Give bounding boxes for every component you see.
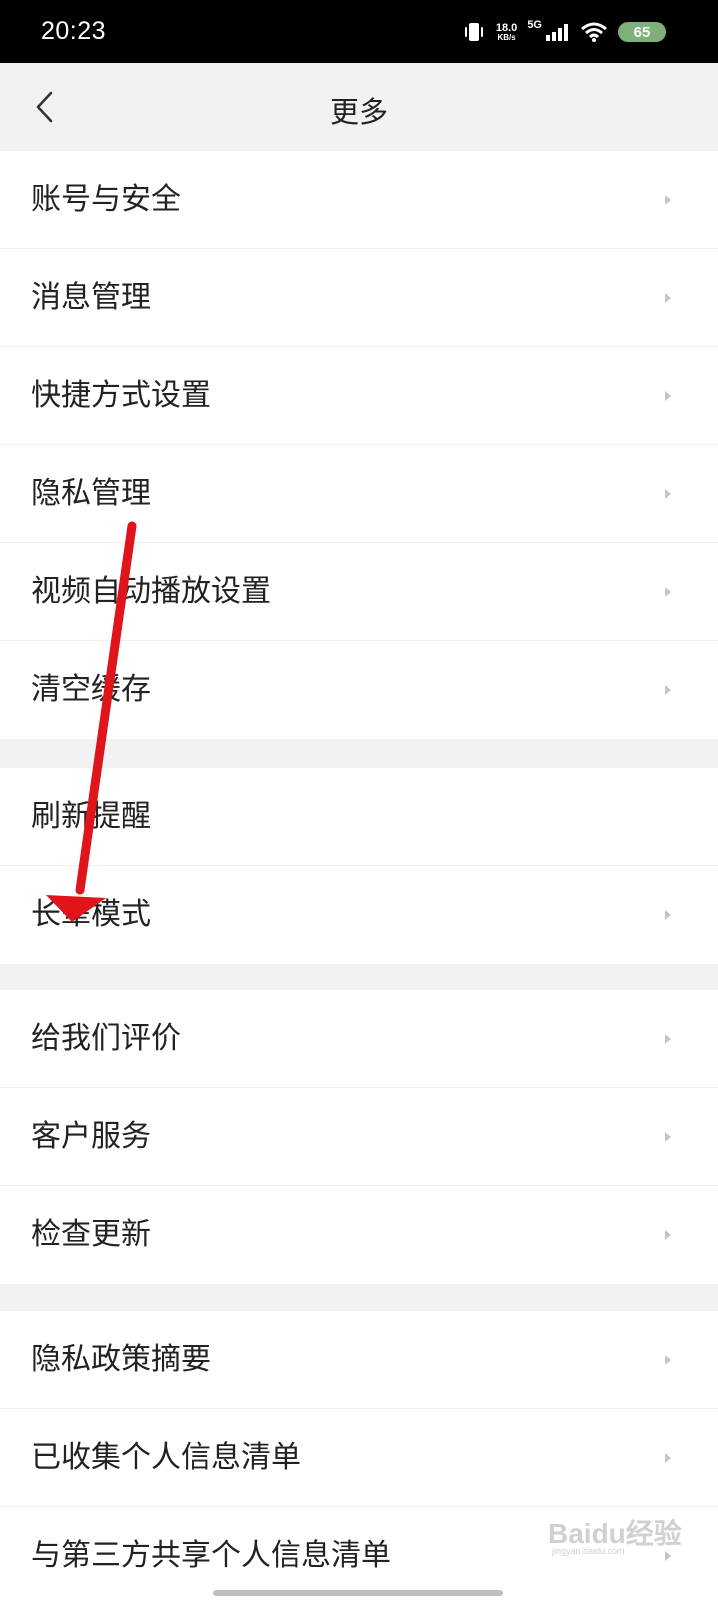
menu-item-label: 快捷方式设置 <box>31 378 211 413</box>
menu-item-label: 账号与安全 <box>31 182 181 217</box>
menu-item-elder-mode[interactable]: 长辈模式 <box>0 866 718 964</box>
chevron-right-icon <box>665 1034 671 1044</box>
chevron-right-icon <box>665 391 671 401</box>
network-speed: 18.0 KB/s <box>495 21 518 42</box>
menu-item-check-update[interactable]: 检查更新 <box>0 1186 718 1284</box>
menu-item-clear-cache[interactable]: 清空缓存 <box>0 641 718 739</box>
menu-item-label: 隐私政策摘要 <box>31 1342 211 1377</box>
header-bar: 更多 <box>0 63 718 151</box>
vibrate-icon <box>462 20 486 44</box>
network-speed-value: 18.0 <box>495 21 518 34</box>
chevron-right-icon <box>665 293 671 303</box>
menu-item-collected-info-list[interactable]: 已收集个人信息清单 <box>0 1409 718 1507</box>
network-type: 5G <box>527 19 542 31</box>
menu-item-label: 客户服务 <box>31 1119 151 1154</box>
menu-item-label: 视频自动播放设置 <box>31 574 271 609</box>
menu-item-label: 已收集个人信息清单 <box>31 1440 301 1475</box>
menu-item-label: 清空缓存 <box>31 672 151 707</box>
settings-group-3: 给我们评价 客户服务 检查更新 <box>0 990 718 1284</box>
chevron-right-icon <box>665 489 671 499</box>
signal-icon <box>544 21 570 43</box>
menu-item-label: 长辈模式 <box>31 897 151 932</box>
status-bar: 20:23 18.0 KB/s 5G 65 <box>0 0 718 63</box>
menu-item-privacy-management[interactable]: 隐私管理 <box>0 445 718 543</box>
chevron-right-icon <box>665 1132 671 1142</box>
baidu-watermark: Baidu经验 jingyan.baidu.com <box>548 1512 682 1556</box>
battery-icon: 65 <box>618 22 666 42</box>
watermark-sub: jingyan.baidu.com <box>552 1546 625 1556</box>
menu-item-label: 给我们评价 <box>31 1021 181 1056</box>
menu-item-account-security[interactable]: 账号与安全 <box>0 151 718 249</box>
chevron-right-icon <box>665 910 671 920</box>
chevron-right-icon <box>665 195 671 205</box>
status-time: 20:23 <box>41 17 107 45</box>
menu-item-video-autoplay[interactable]: 视频自动播放设置 <box>0 543 718 641</box>
menu-item-refresh-reminder[interactable]: 刷新提醒 <box>0 768 718 866</box>
chevron-right-icon <box>665 1230 671 1240</box>
settings-group-1: 账号与安全 消息管理 快捷方式设置 隐私管理 视频自动播放设置 清空缓存 <box>0 151 718 739</box>
chevron-right-icon <box>665 685 671 695</box>
home-indicator[interactable] <box>213 1590 503 1596</box>
network-speed-unit: KB/s <box>497 32 516 42</box>
menu-item-message-management[interactable]: 消息管理 <box>0 249 718 347</box>
menu-item-label: 隐私管理 <box>31 476 151 511</box>
menu-item-label: 检查更新 <box>31 1217 151 1252</box>
settings-group-2: 刷新提醒 长辈模式 <box>0 768 718 964</box>
menu-item-rate-us[interactable]: 给我们评价 <box>0 990 718 1088</box>
page-title: 更多 <box>329 95 388 129</box>
menu-item-customer-service[interactable]: 客户服务 <box>0 1088 718 1186</box>
chevron-right-icon <box>665 1355 671 1365</box>
chevron-right-icon <box>665 587 671 597</box>
settings-group-4: 隐私政策摘要 已收集个人信息清单 与第三方共享个人信息清单 <box>0 1311 718 1605</box>
status-icons: 18.0 KB/s 5G 65 <box>462 16 666 48</box>
menu-item-label: 与第三方共享个人信息清单 <box>31 1538 391 1573</box>
chevron-right-icon <box>665 1453 671 1463</box>
menu-item-label: 刷新提醒 <box>31 799 151 834</box>
menu-item-shortcut-settings[interactable]: 快捷方式设置 <box>0 347 718 445</box>
menu-item-label: 消息管理 <box>31 280 151 315</box>
menu-item-privacy-policy-summary[interactable]: 隐私政策摘要 <box>0 1311 718 1409</box>
wifi-icon <box>580 21 608 43</box>
